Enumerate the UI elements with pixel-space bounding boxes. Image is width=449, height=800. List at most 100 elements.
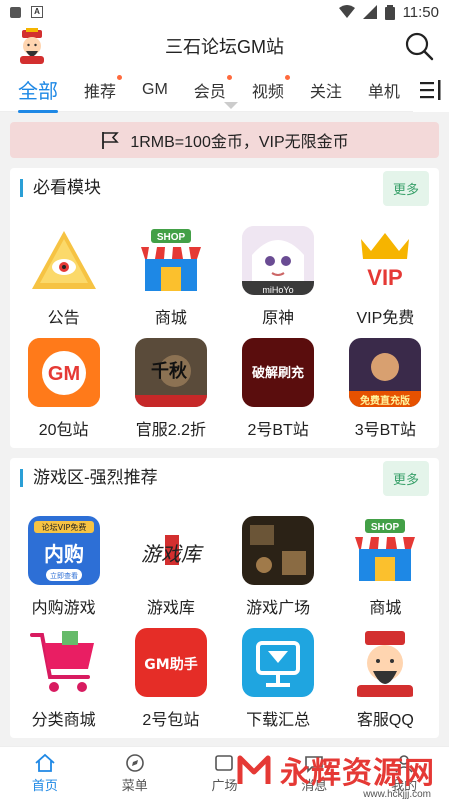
grid-item-label: 内购游戏 — [31, 600, 96, 617]
tab-label: GM — [142, 80, 168, 98]
grid-item-label: 游戏库 — [146, 600, 195, 617]
grid-item-genshin[interactable]: miHoYo 原神 — [225, 216, 332, 328]
tab-label: 视频 — [251, 83, 284, 101]
grid-item-in-app-purchase[interactable]: 论坛VIP免费 内购 立即查看 内购游戏 — [10, 506, 117, 618]
shop-icon: SHOP — [349, 516, 421, 585]
grid-item-label: 2号包站 — [142, 712, 200, 729]
genshin-icon: miHoYo — [242, 226, 315, 295]
tab-standalone[interactable]: 单机 — [368, 78, 400, 102]
tab-label: 推荐 — [84, 83, 117, 101]
battery-icon — [384, 4, 395, 20]
caishen-avatar-icon — [20, 28, 44, 64]
new-dot — [226, 74, 232, 80]
flag-icon — [102, 132, 120, 149]
game-plaza-icon — [242, 516, 315, 585]
bt-badge-text: 破解刷充 — [252, 365, 304, 381]
grid-item-label: 游戏广场 — [246, 600, 311, 617]
game-library-icon: 游戏库 — [134, 516, 207, 585]
more-button[interactable]: 更多 — [382, 460, 429, 496]
avatar[interactable] — [14, 28, 50, 64]
cart-icon — [28, 628, 100, 697]
search-button[interactable] — [403, 30, 435, 62]
gm-icon: GM — [27, 338, 100, 407]
grid-item-label: 商城 — [369, 600, 402, 617]
list-menu-icon — [420, 80, 441, 100]
plaza-icon — [215, 755, 234, 771]
more-button[interactable]: 更多 — [382, 170, 429, 206]
grid-item-label: 分类商城 — [31, 712, 96, 729]
gm-badge-text: GM — [48, 363, 80, 385]
download-icon — [242, 628, 315, 697]
tab-label: 关注 — [309, 83, 342, 101]
grid-item-category-shop[interactable]: 分类商城 — [10, 618, 117, 730]
grid-item-shop[interactable]: SHOP 商城 — [117, 216, 224, 328]
grid-item-download-summary[interactable]: 下载汇总 — [225, 618, 332, 730]
shop-badge-text: SHOP — [371, 522, 400, 533]
tab-gm[interactable]: GM — [142, 81, 168, 99]
grid-item-official-discount[interactable]: 千秋 官服2.2折 — [117, 328, 224, 440]
status-bar: A 11:50 — [0, 0, 449, 24]
home-icon — [35, 753, 55, 772]
grid-item-bt-station-2[interactable]: 破解刷充 2号BT站 — [225, 328, 332, 440]
grid-item-label: 客服QQ — [356, 712, 414, 729]
signal-icon — [362, 5, 377, 19]
neigou-badge-top: 论坛VIP免费 — [41, 522, 86, 532]
tab-all[interactable]: 全部 — [18, 75, 58, 113]
grid-item-label: 2号BT站 — [247, 422, 309, 439]
grid-item-package-station-2[interactable]: GM助手 2号包站 — [117, 618, 224, 730]
nav-home[interactable]: 首页 — [0, 747, 90, 800]
watermark-text: 永辉资源网 — [280, 757, 435, 790]
grid-item-bt-station-3[interactable]: 免费直充版 3号BT站 — [332, 328, 439, 440]
tab-dropdown-arrow-icon — [224, 102, 238, 109]
tab-video[interactable]: 视频 — [251, 74, 290, 102]
shop-badge-text: SHOP — [157, 232, 186, 243]
genshin-badge-text: miHoYo — [263, 285, 294, 295]
grid-item-announcement[interactable]: 公告 — [10, 216, 117, 328]
bt3-badge-text: 免费直充版 — [360, 394, 410, 407]
section-title: 游戏区-强烈推荐 — [20, 469, 158, 487]
grid-item-vip[interactable]: VIP VIP免费 — [332, 216, 439, 328]
bt-station-icon: 破解刷充 — [242, 338, 315, 407]
gm-helper-icon: GM助手 — [134, 628, 207, 697]
tab-recommend[interactable]: 推荐 — [84, 74, 123, 102]
category-tabs: 全部 推荐 GM 会员 视频 关注 单机 — [0, 68, 449, 113]
watermark: 永辉资源网 www.hckjjj.com — [234, 748, 435, 800]
notice-banner[interactable]: 1RMB=100金币，VIP无限金币 — [10, 122, 439, 158]
grid-item-label: 3号BT站 — [354, 422, 417, 439]
nav-label: 菜单 — [121, 778, 148, 793]
grid-item-20-station[interactable]: GM 20包站 — [10, 328, 117, 440]
grid-item-label: 20包站 — [38, 422, 89, 439]
nav-menu[interactable]: 菜单 — [90, 747, 180, 800]
shop-icon: SHOP — [135, 226, 207, 295]
nav-label: 首页 — [31, 778, 58, 793]
neigou-badge-bottom: 立即查看 — [50, 571, 78, 580]
tabs-menu-button[interactable] — [413, 68, 449, 112]
new-dot — [117, 74, 123, 80]
section-title: 必看模块 — [20, 179, 101, 197]
gm-helper-badge-text: GM助手 — [144, 656, 197, 673]
section-must-see: 必看模块 更多 公告 SHOP 商城 miHoYo 原神 VIP VIP免费 G… — [10, 168, 439, 448]
watermark-url: www.hckjjj.com — [363, 789, 431, 800]
grid-item-label: 官服2.2折 — [135, 422, 206, 439]
search-icon — [405, 32, 434, 61]
neigou-icon: 论坛VIP免费 内购 立即查看 — [27, 516, 100, 585]
grid-item-game-library[interactable]: 游戏库 游戏库 — [117, 506, 224, 618]
page-title: 三石论坛GM站 — [165, 37, 284, 57]
grid-item-customer-service[interactable]: 客服QQ — [332, 618, 439, 730]
tab-vip[interactable]: 会员 — [193, 74, 232, 102]
grid-item-label: 公告 — [47, 310, 80, 327]
watermark-logo-icon — [237, 755, 271, 784]
tab-follow[interactable]: 关注 — [310, 78, 342, 102]
compass-icon — [125, 754, 144, 772]
app-header: 三石论坛GM站 — [0, 24, 449, 68]
notification-icon — [10, 6, 21, 18]
grid-item-shop-2[interactable]: SHOP 商城 — [332, 506, 439, 618]
qianqiu-badge-text: 千秋 — [151, 360, 188, 381]
grid-item-game-plaza[interactable]: 游戏广场 — [225, 506, 332, 618]
notice-text: 1RMB=100金币，VIP无限金币 — [130, 134, 349, 151]
bt3-station-icon: 免费直充版 — [349, 338, 422, 407]
grid-item-label: 原神 — [262, 310, 295, 327]
neigou-badge-text: 内购 — [44, 542, 84, 566]
wifi-icon — [338, 5, 355, 18]
tab-label: 会员 — [193, 83, 226, 101]
